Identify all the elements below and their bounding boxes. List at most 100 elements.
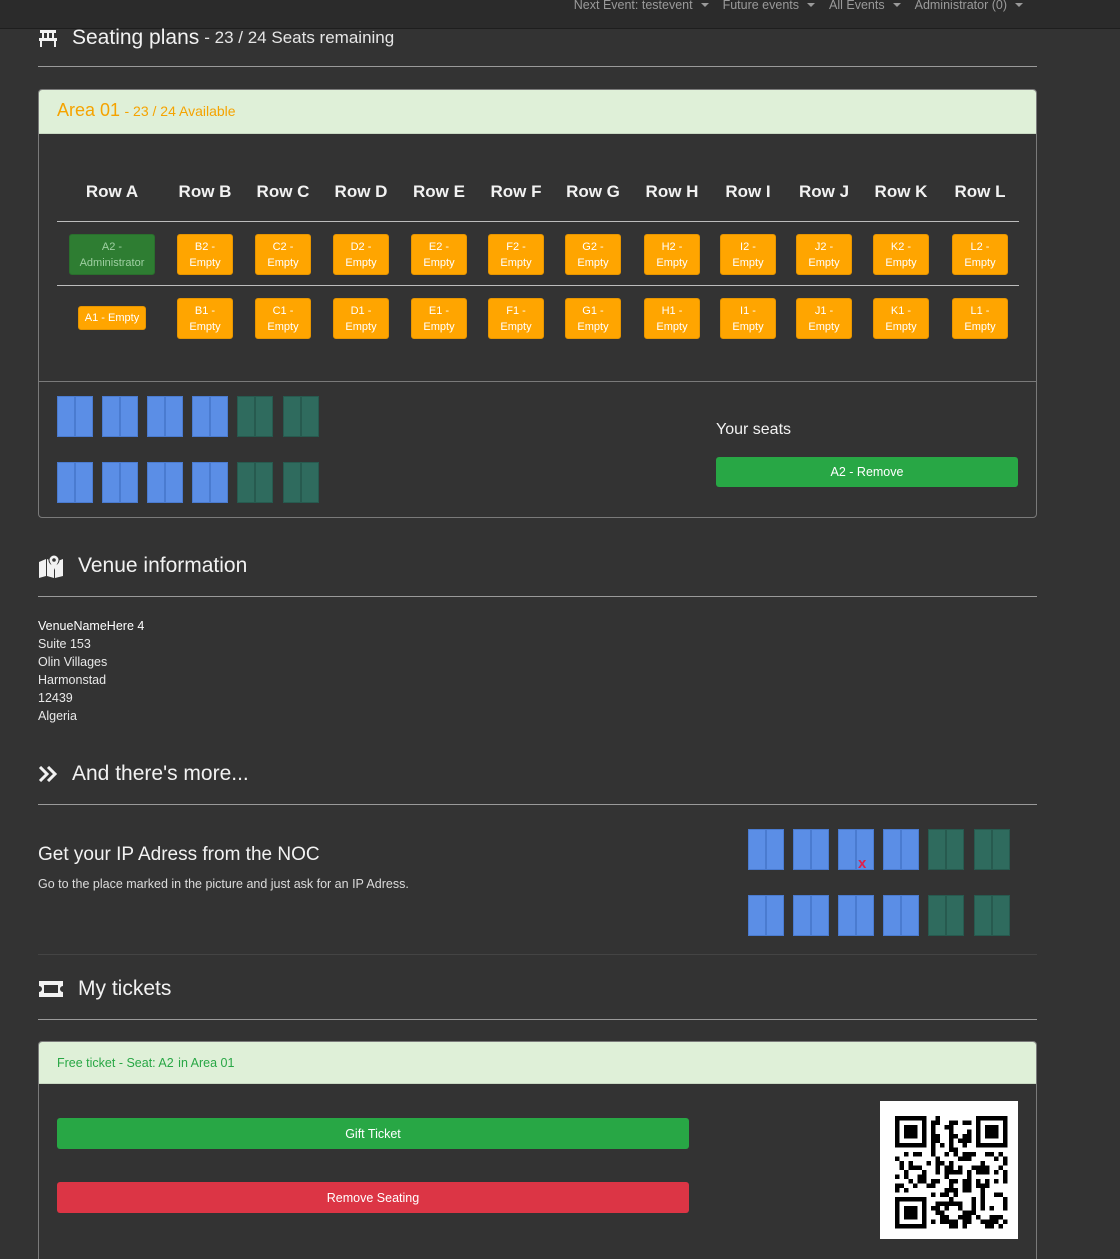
- nav-all-events[interactable]: All Events: [822, 0, 908, 12]
- more-heading: And there's more...: [38, 762, 249, 786]
- seat-block: [210, 462, 228, 503]
- noc-location-marker: x: [858, 855, 867, 872]
- row-header: Row E: [413, 182, 465, 201]
- seat-status: Empty: [808, 256, 840, 269]
- seat-button[interactable]: A2 - Administrator: [69, 234, 155, 275]
- ticket-card-header: Free ticket - Seat: A2 in Area 01: [39, 1042, 1036, 1084]
- seat-block: [901, 895, 919, 936]
- tickets-title: My tickets: [78, 977, 172, 1000]
- seat-block: [883, 829, 901, 870]
- seat-button[interactable]: D2 - Empty: [333, 234, 389, 275]
- seat-label: J1 -: [814, 304, 834, 317]
- seat-block: [75, 462, 93, 503]
- info-item-title: Get your IP Adress from the NOC: [38, 844, 320, 865]
- seat-block: [75, 396, 93, 437]
- table-divider: [57, 221, 1019, 222]
- seat-button[interactable]: F1 - Empty: [488, 298, 544, 339]
- seat-block: [946, 829, 964, 870]
- seat-label: B1 -: [194, 304, 216, 317]
- divider: [38, 1019, 1037, 1020]
- row-header: Row A: [85, 182, 139, 201]
- seat-status: Empty: [808, 320, 840, 333]
- seat-label: C1 -: [272, 304, 294, 317]
- seat-label: F1 -: [506, 304, 526, 317]
- remove-seating-button[interactable]: Remove Seating: [57, 1182, 689, 1213]
- seat-button[interactable]: B1 - Empty: [177, 298, 233, 339]
- seat-label: C2 -: [272, 240, 294, 253]
- seat-block: [793, 829, 811, 870]
- seat-block: [57, 396, 75, 437]
- seat-status: Empty: [189, 320, 221, 333]
- seat-button[interactable]: G1 - Empty: [565, 298, 621, 339]
- seating-plans-heading: Seating plans - 23 / 24 Seats remaining: [38, 26, 394, 50]
- info-item-description: Go to the place marked in the picture an…: [38, 877, 409, 891]
- seat-status: Empty: [500, 256, 532, 269]
- chair-icon: [38, 28, 58, 48]
- seat-label: H2 -: [661, 240, 683, 253]
- seat-block: [57, 462, 75, 503]
- seat-button[interactable]: K1 - Empty: [873, 298, 929, 339]
- nav-future-events[interactable]: Future events: [716, 0, 822, 12]
- more-title: And there's more...: [72, 762, 249, 785]
- seat-label: H1 -: [661, 304, 683, 317]
- ticket-card: Free ticket - Seat: A2 in Area 01 Gift T…: [38, 1041, 1037, 1259]
- seat-button[interactable]: C1 - Empty: [255, 298, 311, 339]
- seat-label: I2 -: [740, 240, 756, 253]
- seat-status: Empty: [964, 320, 996, 333]
- seat-status: Empty: [423, 320, 455, 333]
- seat-block: [255, 462, 273, 503]
- nav-next-event[interactable]: Next Event: testevent: [567, 0, 716, 12]
- nav-user-menu[interactable]: Administrator (0): [908, 0, 1030, 12]
- seat-block: [992, 895, 1010, 936]
- seat-button[interactable]: H1 - Empty: [644, 298, 700, 339]
- seat-block: [210, 396, 228, 437]
- seat-button[interactable]: L1 - Empty: [952, 298, 1008, 339]
- seat-button[interactable]: I1 - Empty: [720, 298, 776, 339]
- remove-seat-button[interactable]: A2 - Remove: [716, 457, 1018, 487]
- seat-button[interactable]: E1 - Empty: [411, 298, 467, 339]
- venue-name: VenueNameHere 4: [38, 619, 145, 633]
- seat-block: [120, 462, 138, 503]
- divider: [38, 804, 1037, 805]
- gift-ticket-button[interactable]: Gift Ticket: [57, 1118, 689, 1149]
- seat-button[interactable]: A1 - Empty: [78, 306, 146, 330]
- seat-block: [901, 829, 919, 870]
- seat-label: K1 -: [890, 304, 912, 317]
- seat-status: Administrator: [79, 256, 145, 269]
- seat-block: [811, 895, 829, 936]
- ticket-icon: [38, 979, 64, 999]
- seat-status: Empty: [577, 320, 609, 333]
- seat-button[interactable]: E2 - Empty: [411, 234, 467, 275]
- nav-next-event-label: Next Event: testevent: [573, 0, 693, 12]
- seat-button[interactable]: J2 - Empty: [796, 234, 852, 275]
- seat-block: [793, 895, 811, 936]
- seat-button[interactable]: L2 - Empty: [952, 234, 1008, 275]
- seat-block: [748, 829, 766, 870]
- seat-block: [928, 895, 946, 936]
- seat-button[interactable]: B2 - Empty: [177, 234, 233, 275]
- seat-button[interactable]: I2 - Empty: [720, 234, 776, 275]
- seat-status: Empty: [267, 320, 299, 333]
- seat-button[interactable]: F2 - Empty: [488, 234, 544, 275]
- seat-block: [147, 396, 165, 437]
- seat-button[interactable]: D1 - Empty: [333, 298, 389, 339]
- tickets-heading: My tickets: [38, 977, 171, 1001]
- row-header: Row J: [798, 182, 850, 201]
- seat-block: [301, 462, 319, 503]
- seat-label: D2 -: [350, 240, 372, 253]
- seat-button[interactable]: C2 - Empty: [255, 234, 311, 275]
- seat-button[interactable]: K2 - Empty: [873, 234, 929, 275]
- chevron-down-icon: [700, 3, 709, 7]
- seat-block: [165, 396, 183, 437]
- table-divider: [57, 285, 1019, 286]
- venue-title: Venue information: [78, 554, 248, 577]
- seat-button[interactable]: G2 - Empty: [565, 234, 621, 275]
- seat-block: [301, 396, 319, 437]
- seat-button[interactable]: H2 - Empty: [644, 234, 700, 275]
- seat-label: I1 -: [740, 304, 756, 317]
- top-navbar: Next Event: testevent Future events All …: [0, 0, 1120, 29]
- divider: [38, 596, 1037, 597]
- seat-button[interactable]: J1 - Empty: [796, 298, 852, 339]
- ticket-area: in Area 01: [178, 1056, 235, 1070]
- seat-block: [165, 462, 183, 503]
